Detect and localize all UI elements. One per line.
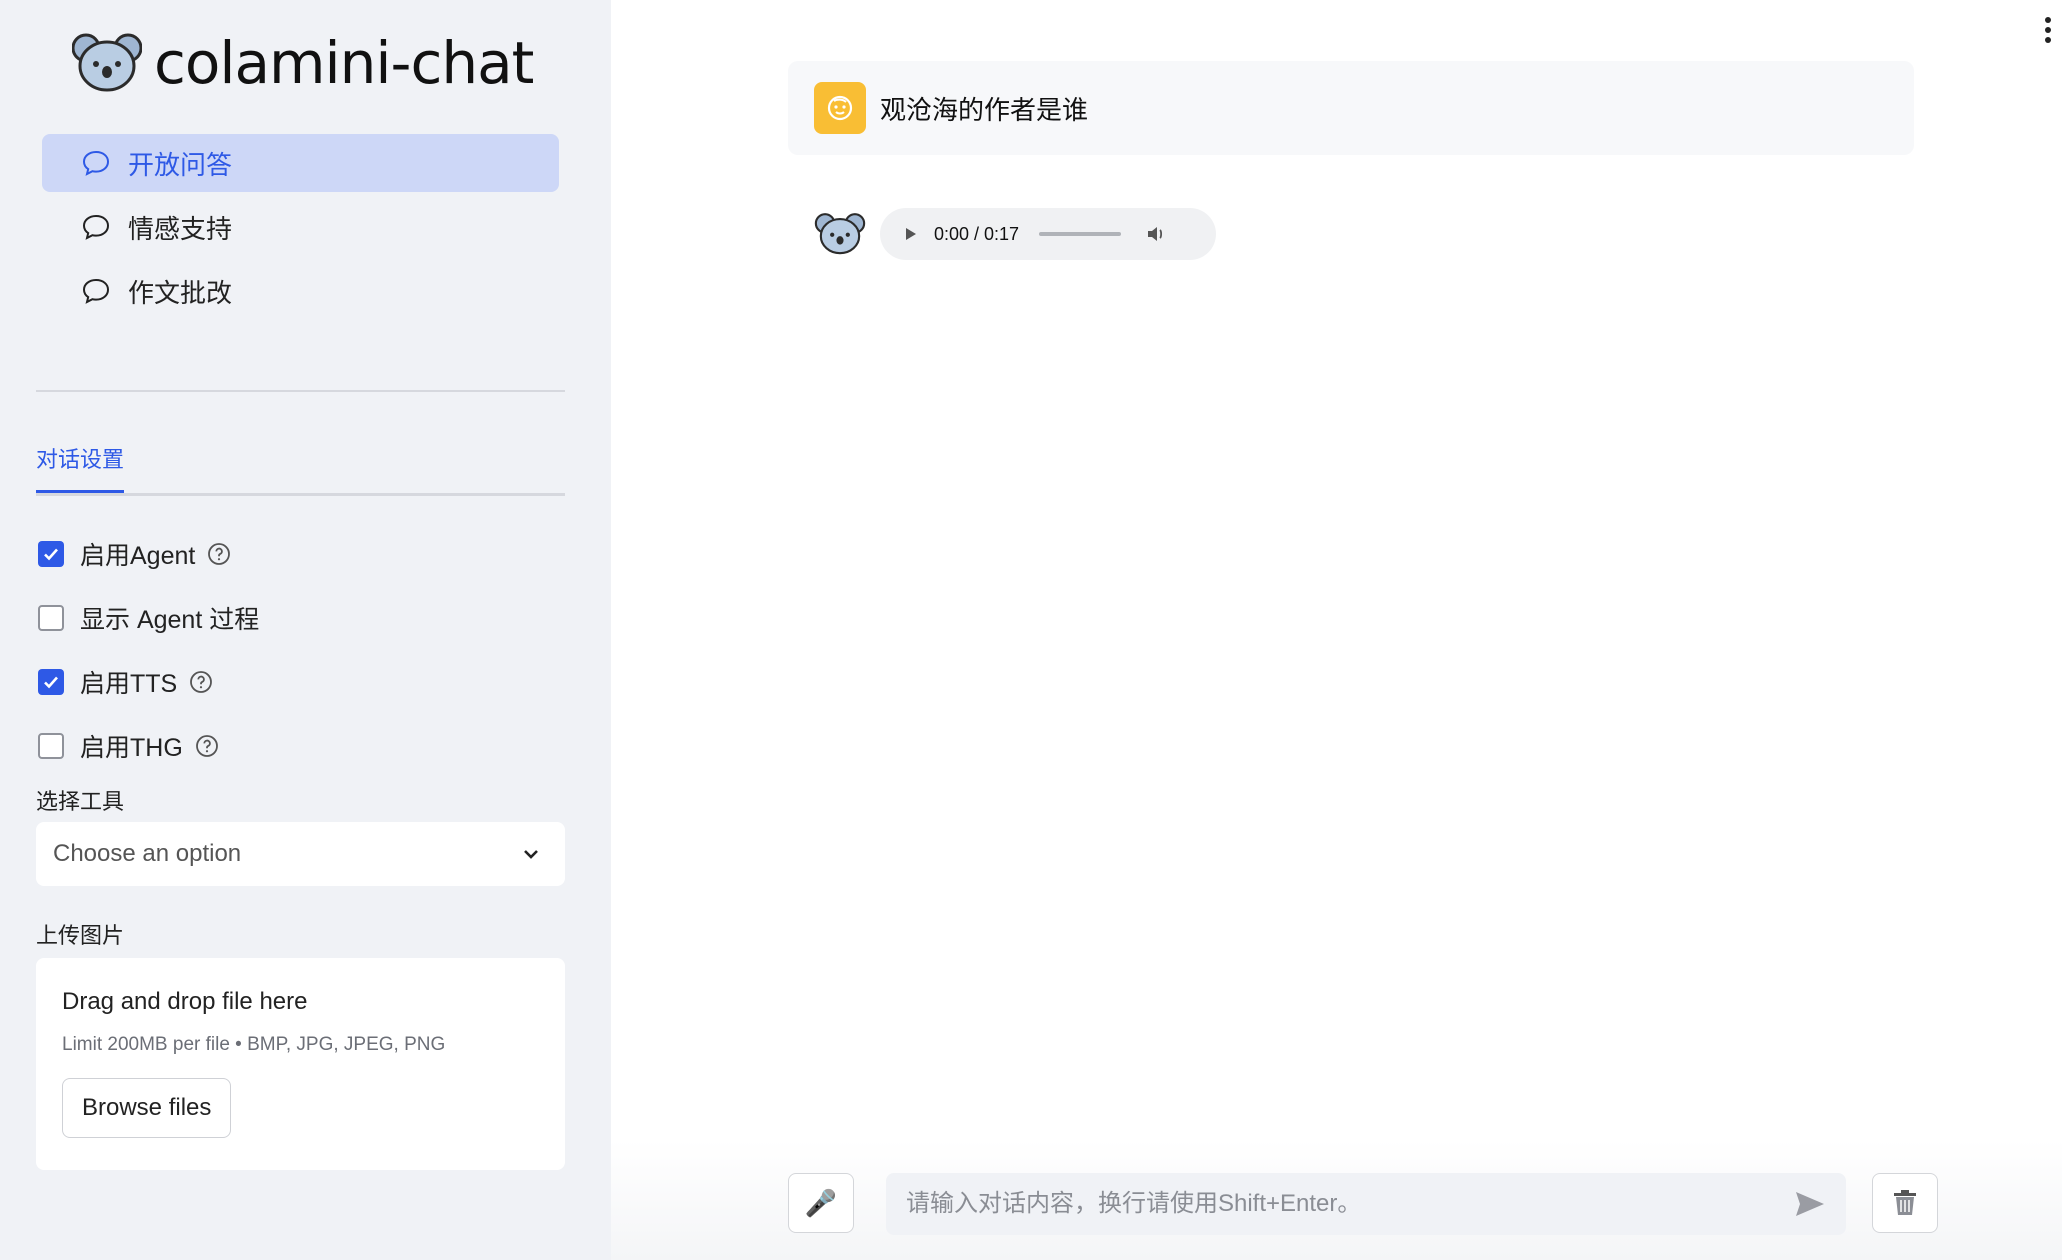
checkbox-unchecked[interactable]	[38, 733, 64, 759]
settings-checkboxes: 启用Agent 显示 Agent 过程 启用TTS 启用THG	[38, 522, 259, 778]
audio-player[interactable]: 0:00 / 0:17	[880, 208, 1216, 260]
tool-select[interactable]: Choose an option	[36, 822, 565, 886]
nav-item-label: 情感支持	[128, 213, 233, 244]
chevron-down-icon	[524, 850, 538, 859]
check-icon	[44, 548, 58, 561]
nav-item-essay-correction[interactable]: 作文批改	[42, 262, 559, 320]
dropzone-title: Drag and drop file here	[62, 988, 308, 1015]
checkbox-enable-agent[interactable]: 启用Agent	[38, 522, 259, 586]
koala-logo-icon	[72, 33, 142, 92]
browse-files-button[interactable]: Browse files	[62, 1078, 232, 1138]
settings-tabs: 对话设置	[36, 442, 565, 498]
user-face-icon	[827, 95, 853, 121]
checkbox-label: 启用Agent	[80, 542, 196, 570]
nav-item-label: 作文批改	[128, 277, 233, 308]
checkbox-checked[interactable]	[38, 669, 64, 695]
file-dropzone[interactable]: Drag and drop file here Limit 200MB per …	[36, 958, 565, 1170]
nav-item-open-qa[interactable]: 开放问答	[42, 134, 559, 192]
user-avatar	[814, 82, 866, 134]
microphone-button[interactable]: 🎤	[788, 1173, 854, 1233]
tool-select-label: 选择工具	[36, 789, 125, 814]
user-message-text: 观沧海的作者是谁	[880, 94, 1089, 125]
audio-time: 0:00 / 0:17	[934, 223, 1020, 244]
help-icon[interactable]	[207, 542, 231, 566]
clear-chat-button[interactable]	[1872, 1173, 1938, 1233]
tool-select-value: Choose an option	[53, 840, 242, 867]
checkbox-enable-thg[interactable]: 启用THG	[38, 714, 259, 778]
tab-underline	[36, 493, 565, 496]
checkbox-enable-tts[interactable]: 启用TTS	[38, 650, 259, 714]
nav-menu: 开放问答 情感支持 作文批改	[42, 134, 559, 326]
brand: colamini-chat	[72, 29, 534, 97]
help-icon[interactable]	[189, 670, 213, 694]
more-menu-icon[interactable]	[2044, 16, 2052, 44]
check-icon	[44, 676, 58, 689]
play-icon[interactable]	[902, 226, 918, 242]
chat-bubble-icon	[82, 278, 110, 304]
checkbox-checked[interactable]	[38, 541, 64, 567]
sidebar: colamini-chat 开放问答 情感支持 作文批改 对话设置 启用Agen…	[0, 0, 611, 1260]
checkbox-label: 启用THG	[80, 734, 183, 762]
audio-progress-bar[interactable]	[1039, 232, 1122, 236]
checkbox-unchecked[interactable]	[38, 605, 64, 631]
sidebar-divider	[36, 390, 565, 392]
send-icon[interactable]	[1794, 1190, 1826, 1218]
help-icon[interactable]	[195, 734, 219, 758]
koala-avatar-icon	[814, 213, 866, 255]
upload-label: 上传图片	[36, 923, 125, 948]
chat-bubble-icon	[82, 214, 110, 240]
assistant-message: 0:00 / 0:17	[814, 208, 1216, 260]
checkbox-show-agent-process[interactable]: 显示 Agent 过程	[38, 586, 259, 650]
tab-chat-settings[interactable]: 对话设置	[36, 442, 125, 493]
checkbox-label: 显示 Agent 过程	[80, 606, 260, 634]
checkbox-label: 启用TTS	[80, 670, 178, 698]
nav-item-label: 开放问答	[128, 149, 233, 180]
nav-item-emotional-support[interactable]: 情感支持	[42, 198, 559, 256]
trash-icon	[1894, 1190, 1916, 1215]
dropzone-limit: Limit 200MB per file • BMP, JPG, JPEG, P…	[62, 1034, 446, 1055]
volume-icon[interactable]	[1145, 223, 1167, 245]
chat-input-container	[886, 1173, 1846, 1235]
microphone-icon: 🎤	[804, 1187, 838, 1218]
chat-bubble-icon	[82, 150, 110, 176]
chat-input[interactable]	[906, 1190, 1794, 1218]
app-title: colamini-chat	[154, 29, 534, 97]
user-message: 观沧海的作者是谁	[788, 61, 1914, 155]
